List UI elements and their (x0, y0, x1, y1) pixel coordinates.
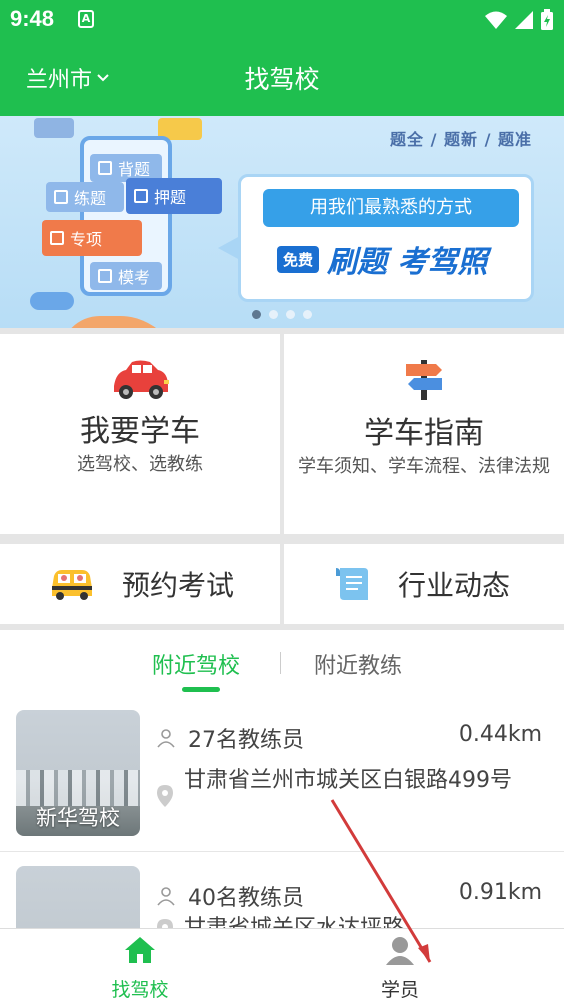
banner-tagline: 题全 / 题新 / 题准 (390, 130, 532, 149)
learn-driving-subtitle: 选驾校、选教练 (77, 454, 203, 475)
banner-slogan: 刷题 考驾照 (327, 245, 488, 280)
free-badge: 免费 (277, 245, 320, 273)
school-distance: 0.44km (458, 722, 542, 747)
bottom-nav: 找驾校 学员 (0, 928, 564, 1004)
location-pin-icon (157, 919, 173, 928)
school-list-item[interactable]: 40名教练员 0.91km 甘肃省城关区水达坪路 (0, 852, 564, 928)
nearby-tabs: 附近驾校 附近教练 (0, 630, 564, 700)
chip-special: 专项 (42, 220, 142, 256)
system-icons (484, 8, 554, 32)
address-info: 甘肃省城关区水达坪路 (156, 910, 542, 928)
carousel-dot[interactable] (252, 310, 261, 319)
driving-guide-tile[interactable]: 学车指南 学车须知、学车流程、法律法规 (284, 334, 564, 534)
chip-predict: 押题 (126, 178, 222, 214)
home-icon (125, 937, 155, 963)
nav-student-label: 学员 (380, 979, 419, 1001)
driving-guide-subtitle: 学车须知、学车流程、法律法规 (298, 456, 550, 477)
app-header: 兰州市 找驾校 (0, 40, 564, 116)
industry-news-tile[interactable]: 行业动态 (284, 544, 564, 624)
carousel-indicator (252, 310, 312, 319)
learn-driving-title: 我要学车 (80, 414, 200, 449)
nav-student[interactable]: 学员 (330, 935, 470, 1002)
taxi-icon (52, 570, 92, 600)
coach-count: 40名教练员 (188, 886, 304, 911)
person-icon (157, 729, 175, 748)
sim-card-icon: A (78, 10, 94, 28)
typing-bubble-icon (30, 292, 74, 310)
book-exam-tile[interactable]: 预约考试 (0, 544, 280, 624)
carousel-dot[interactable] (303, 310, 312, 319)
banner-headline: 用我们最熟悉的方式 (263, 189, 519, 227)
nav-find-school[interactable]: 找驾校 (70, 935, 210, 1002)
active-tab-indicator (182, 687, 220, 692)
tab-nearby-coaches[interactable]: 附近教练 (314, 648, 402, 680)
tab-nearby-schools[interactable]: 附近驾校 (152, 648, 240, 680)
school-name: 新华驾校 (36, 806, 120, 830)
school-list-item[interactable]: 新华驾校 27名教练员 0.44km 甘肃省兰州市城关区白银路499号 (0, 700, 564, 852)
school-photo: 新华驾校 (16, 710, 140, 836)
school-list: 新华驾校 27名教练员 0.44km 甘肃省兰州市城关区白银路499号 40名教… (0, 700, 564, 928)
school-address: 甘肃省兰州市城关区白银路499号 (184, 768, 512, 793)
carousel-dot[interactable] (269, 310, 278, 319)
learn-driving-tile[interactable]: 我要学车 选驾校、选教练 (0, 334, 280, 534)
feature-row: 预约考试 行业动态 (0, 538, 564, 630)
feature-grid: 我要学车 选驾校、选教练 学车指南 学车须知、学车流程、法律法规 (0, 328, 564, 538)
chip-practice: 练题 (46, 182, 124, 212)
coach-count: 27名教练员 (188, 728, 304, 753)
status-time: 9:48 (10, 6, 55, 31)
document-icon (336, 568, 368, 600)
school-photo (16, 866, 140, 928)
driving-guide-title: 学车指南 (364, 416, 484, 451)
speech-box: 用我们最熟悉的方式 免费 刷题 考驾照 (238, 174, 534, 302)
tab-divider (280, 652, 281, 674)
page-title: 找驾校 (244, 65, 320, 94)
school-address: 甘肃省城关区水达坪路 (184, 910, 542, 928)
app-root: 9:48 A 兰州市 找驾校 题全 / 题新 / 题准 背题 押题 练题 专项 … (0, 0, 564, 1004)
book-exam-label: 预约考试 (122, 569, 235, 602)
chat-bubble-icon (34, 118, 74, 138)
promo-banner[interactable]: 题全 / 题新 / 题准 背题 押题 练题 专项 模考 用我们最熟悉的方式 免费… (0, 116, 564, 328)
speech-tail (218, 236, 240, 260)
chip-mock: 模考 (90, 262, 162, 290)
battery-icon (541, 9, 553, 30)
signpost-icon (406, 360, 442, 400)
coach-info: 40名教练员 0.91km (156, 880, 542, 912)
school-distance: 0.91km (458, 880, 542, 905)
coach-info: 27名教练员 0.44km (156, 722, 542, 754)
hand-illustration (60, 316, 180, 328)
wifi-icon (485, 11, 507, 29)
signal-icon (515, 11, 533, 29)
address-info: 甘肃省兰州市城关区白银路499号 (156, 762, 542, 808)
car-icon (114, 360, 169, 399)
status-bar: 9:48 A (0, 0, 564, 40)
nav-find-school-label: 找驾校 (111, 979, 169, 1001)
carousel-dot[interactable] (286, 310, 295, 319)
industry-news-label: 行业动态 (398, 569, 511, 602)
user-icon (386, 937, 414, 965)
location-pin-icon (157, 785, 173, 807)
person-icon (157, 887, 175, 906)
